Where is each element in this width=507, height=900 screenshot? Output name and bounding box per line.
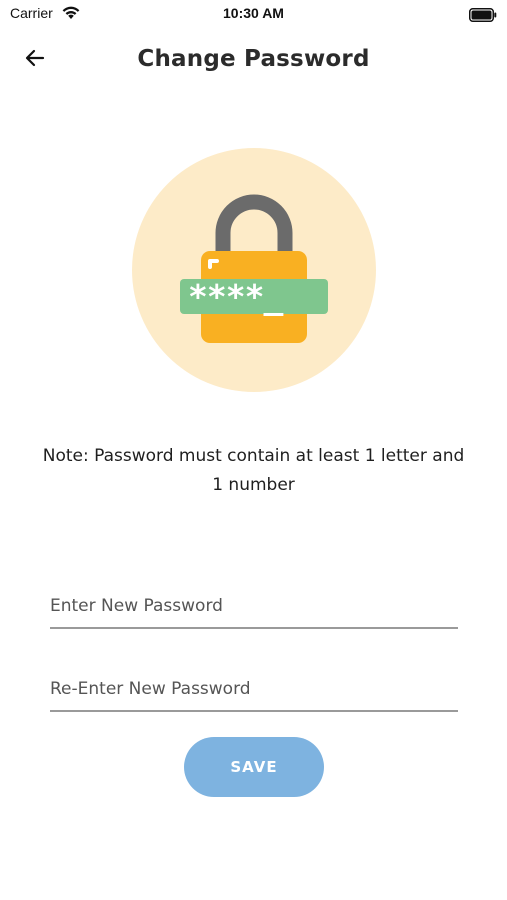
password-rule-note: Note: Password must contain at least 1 l… <box>42 446 465 495</box>
confirm-password-field[interactable] <box>50 668 458 712</box>
page-title: Change Password <box>137 46 370 72</box>
new-password-input[interactable] <box>50 585 458 627</box>
masked-password-text: ****_ <box>188 277 283 316</box>
status-time: 10:30 AM <box>223 5 284 21</box>
password-lock-illustration: ****_ <box>131 147 377 393</box>
confirm-password-input[interactable] <box>50 668 458 710</box>
app-header: Change Password <box>0 36 507 84</box>
new-password-field[interactable] <box>50 585 458 629</box>
status-bar: Carrier 10:30 AM <box>0 0 507 30</box>
save-button[interactable]: SAVE <box>184 737 324 797</box>
battery-icon <box>469 7 497 26</box>
